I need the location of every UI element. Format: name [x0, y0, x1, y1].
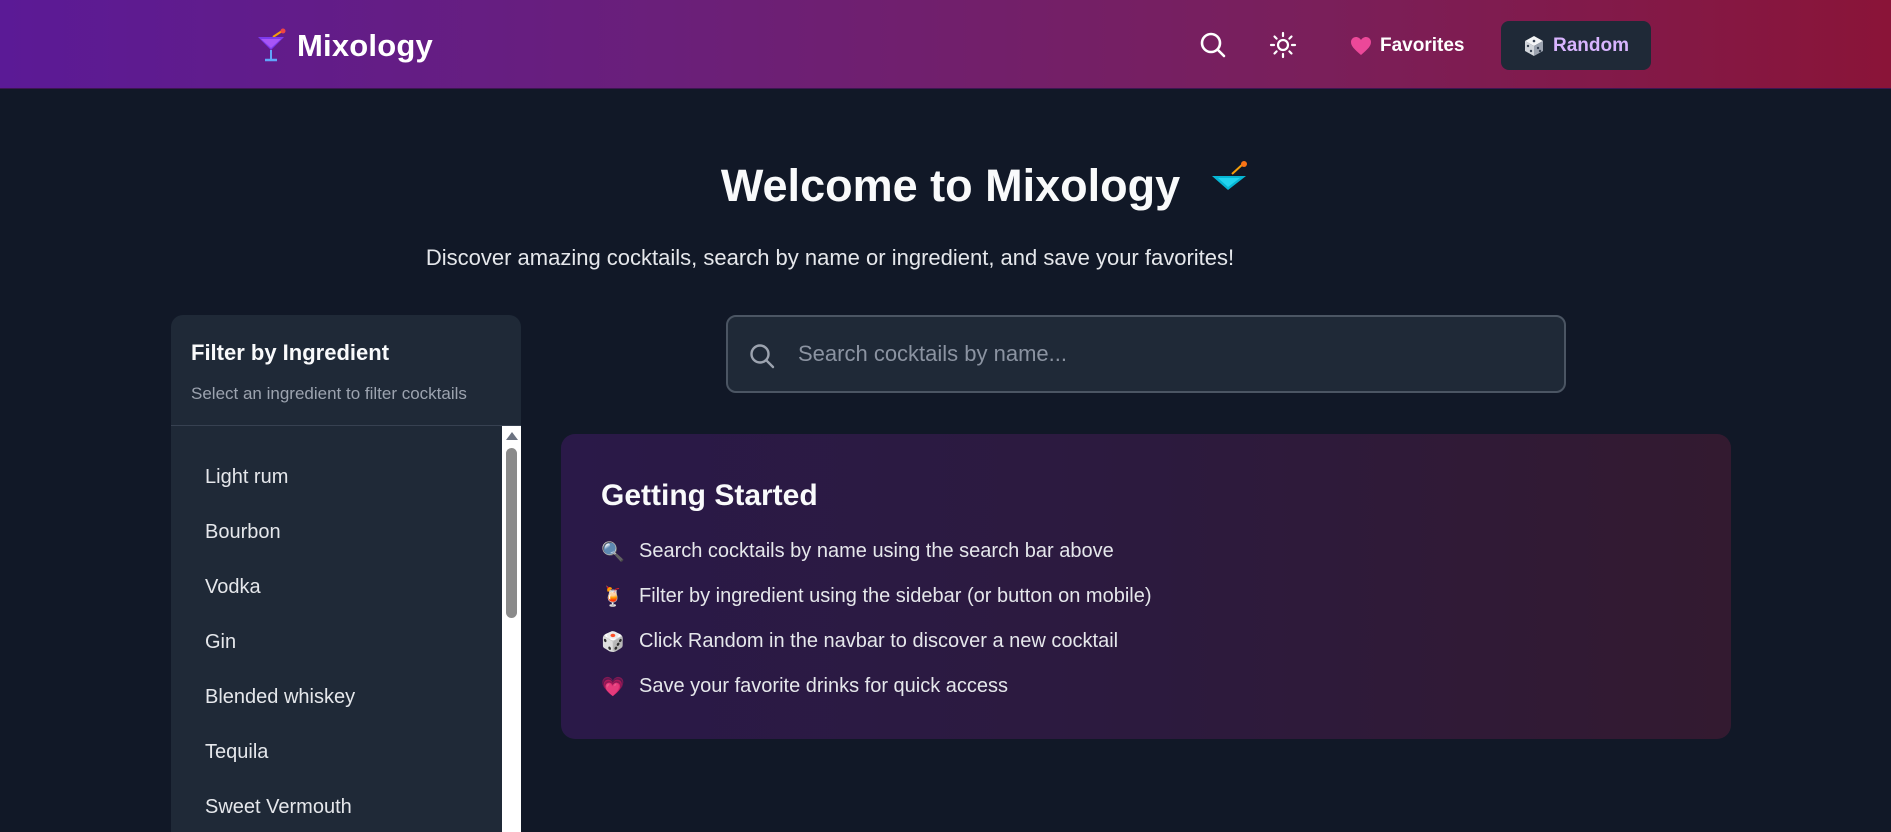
search-bar: [726, 315, 1566, 393]
search-button[interactable]: [1194, 26, 1232, 64]
ingredient-item-vodka[interactable]: Vodka: [171, 560, 501, 615]
page-title: Welcome to Mixology: [0, 160, 1891, 212]
tip-text: Save your favorite drinks for quick acce…: [639, 675, 1009, 697]
scroll-up-arrow-icon[interactable]: [506, 432, 518, 440]
page-title-text: Welcome to Mixology: [720, 160, 1181, 211]
search-icon: [750, 344, 775, 369]
tip-text: Search cocktails by name using the searc…: [639, 540, 1114, 562]
heart-icon: 💗: [601, 676, 625, 698]
ingredient-item-light-rum[interactable]: Light rum: [171, 450, 501, 505]
navbar: Mixology Favorites Random: [0, 0, 1891, 89]
ingredient-list: Light rum Bourbon Vodka Gin Blended whis…: [171, 426, 501, 832]
sidebar-subtitle: Select an ingredient to filter cocktails: [191, 384, 467, 403]
cocktail-glass-icon: [1212, 161, 1248, 190]
getting-started-card: Getting Started 🔍 Search cocktails by na…: [561, 434, 1731, 739]
random-button[interactable]: Random: [1501, 21, 1651, 70]
tip-item: 🍹 Filter by ingredient using the sidebar…: [601, 574, 1691, 619]
sidebar-scrollbar[interactable]: [502, 426, 521, 832]
theme-toggle-button[interactable]: [1264, 26, 1302, 64]
tropical-drink-icon: 🍹: [601, 586, 625, 608]
sidebar-title: Filter by Ingredient: [191, 340, 390, 365]
tip-text: Click Random in the navbar to discover a…: [639, 630, 1119, 652]
ingredient-item-bourbon[interactable]: Bourbon: [171, 505, 501, 560]
heart-icon: [1351, 37, 1371, 55]
scrollbar-thumb[interactable]: [506, 448, 517, 618]
favorites-label: Favorites: [1380, 35, 1465, 56]
favorites-button[interactable]: Favorites: [1334, 24, 1480, 68]
brand-name: Mixology: [297, 28, 433, 63]
sidebar-header: Filter by Ingredient Select an ingredien…: [171, 315, 521, 426]
magnifier-icon: 🔍: [601, 541, 625, 563]
random-label: Random: [1553, 34, 1629, 56]
getting-started-title: Getting Started: [601, 479, 818, 512]
tip-text: Filter by ingredient using the sidebar (…: [639, 585, 1152, 607]
ingredient-item-sweet-vermouth[interactable]: Sweet Vermouth: [171, 780, 501, 832]
search-icon: [1200, 32, 1226, 58]
page-subtitle: Discover amazing cocktails, search by na…: [425, 245, 1235, 270]
tip-item: 🔍 Search cocktails by name using the sea…: [601, 529, 1691, 574]
sun-icon: [1269, 31, 1297, 59]
dice-icon: [1525, 35, 1543, 56]
ingredient-item-tequila[interactable]: Tequila: [171, 725, 501, 780]
brand-link[interactable]: Mixology: [255, 24, 433, 68]
ingredient-item-gin[interactable]: Gin: [171, 615, 501, 670]
dice-icon: 🎲: [601, 631, 625, 653]
search-input[interactable]: [798, 317, 1538, 391]
tip-item: 💗 Save your favorite drinks for quick ac…: [601, 664, 1691, 709]
cocktail-icon: [258, 28, 286, 62]
ingredient-item-blended-whiskey[interactable]: Blended whiskey: [171, 670, 501, 725]
tip-item: 🎲 Click Random in the navbar to discover…: [601, 619, 1691, 664]
ingredient-sidebar: Filter by Ingredient Select an ingredien…: [171, 315, 521, 832]
